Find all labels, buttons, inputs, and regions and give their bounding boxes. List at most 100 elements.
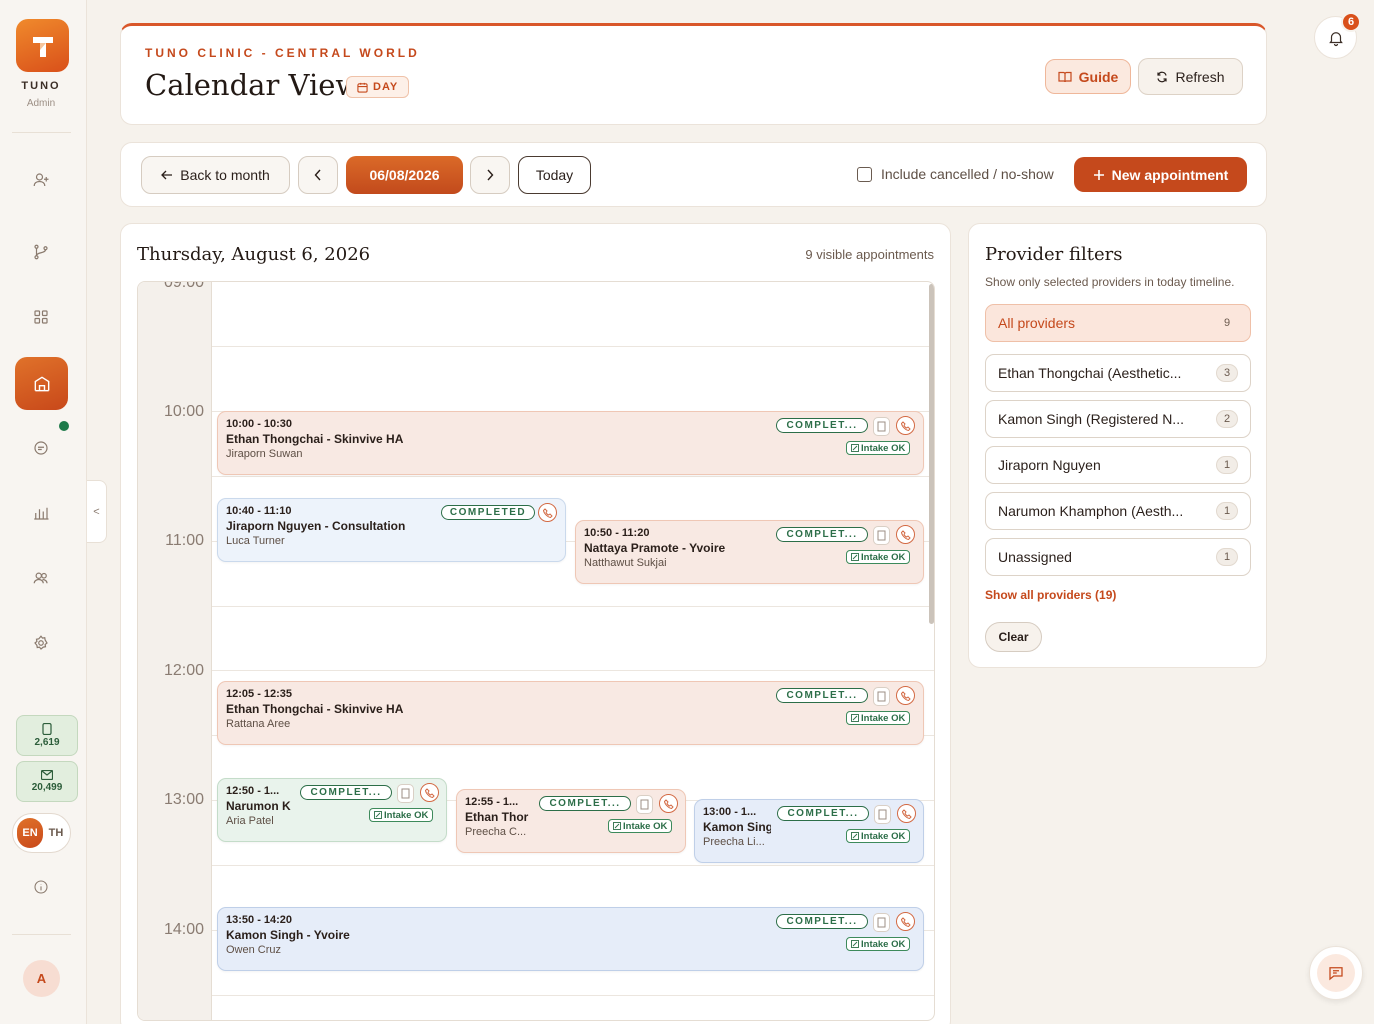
room-icon[interactable] [874,805,891,824]
phone-icon[interactable] [897,804,916,823]
timeline-scrollbar[interactable] [929,284,934,624]
clear-filters-button[interactable]: Clear [985,622,1042,652]
appointment-card[interactable]: 10:00 - 10:30 Ethan Thongchai - Skinvive… [217,411,924,475]
appointment-card[interactable]: 12:55 - 1... Ethan Thor Preecha C... COM… [456,789,686,853]
nav-add-user-icon[interactable] [29,168,53,192]
nav-branch-icon[interactable] [29,240,53,264]
show-all-providers-link[interactable]: Show all providers (19) [985,588,1116,602]
intake-label: Intake OK [861,830,906,842]
appointment-card[interactable]: 12:05 - 12:35 Ethan Thongchai - Skinvive… [217,681,924,745]
provider-name: Narumon Khamphon (Aesth... [998,503,1184,519]
guide-button[interactable]: Guide [1045,59,1131,94]
room-icon[interactable] [636,795,653,814]
lang-en-option[interactable]: EN [17,818,43,848]
intake-label: Intake OK [861,712,906,724]
provider-count: 1 [1216,502,1238,520]
sidebar-collapse-toggle[interactable]: < [87,480,107,543]
tuno-logo[interactable] [16,19,69,72]
previous-day-button[interactable] [298,156,338,194]
provider-filter-item[interactable]: Kamon Singh (Registered N... 2 [985,400,1251,438]
room-icon[interactable] [873,526,890,545]
phone-icon[interactable] [659,794,678,813]
day-calendar: Thursday, August 6, 2026 9 visible appoi… [120,223,951,1024]
provider-filter-item[interactable]: Ethan Thongchai (Aesthetic... 3 [985,354,1251,392]
new-appointment-label: New appointment [1111,166,1229,183]
provider-filter-item[interactable]: Unassigned 1 [985,538,1251,576]
email-credit-badge[interactable]: 20,499 [16,761,78,802]
appointment-card[interactable]: 12:50 - 1... Narumon K Aria Patel COMPLE… [217,778,447,842]
nav-reports-icon[interactable] [29,501,53,525]
lang-th-option[interactable]: TH [43,827,69,839]
sms-count: 2,619 [34,737,60,748]
room-icon[interactable] [873,913,890,932]
book-icon [1058,71,1072,82]
day-timeline[interactable]: 09:00 10:00 11:00 12:00 13:00 14:00 10:0… [137,281,935,1021]
appointment-client: Aria Patel [226,815,274,827]
back-to-month-button[interactable]: Back to month [141,156,290,194]
provider-count: 1 [1216,548,1238,566]
email-count: 20,499 [31,782,63,793]
provider-filter-all[interactable]: All providers 9 [985,304,1251,342]
provider-filters-panel: Provider filters Show only selected prov… [968,223,1267,668]
appointment-card[interactable]: 10:50 - 11:20 Nattaya Pramote - Yvoire N… [575,520,924,584]
appointment-title: Nattaya Pramote - Yvoire [584,541,726,555]
info-icon[interactable] [29,875,53,899]
phone-icon[interactable] [896,912,915,931]
phone-icon[interactable] [896,525,915,544]
appointment-time: 13:00 - 1... [703,806,757,818]
appointment-client: Owen Cruz [226,944,282,956]
room-icon[interactable] [873,687,890,706]
nav-chat-icon[interactable] [29,436,53,460]
calendar-toolbar: Back to month 06/08/2026 Today Include c… [120,142,1267,207]
user-avatar[interactable]: A [23,960,60,997]
date-picker-button[interactable]: 06/08/2026 [346,156,463,194]
intake-status-badge: Intake OK [846,441,911,455]
appointment-time: 13:50 - 14:20 [226,914,293,926]
calendar-date-heading: Thursday, August 6, 2026 [137,244,371,265]
provider-filters-title: Provider filters [985,244,1123,265]
phone-icon[interactable] [896,686,915,705]
intake-status-badge: Intake OK [846,711,911,725]
phone-icon[interactable] [538,503,557,522]
appointment-card[interactable]: 13:00 - 1... Kamon Sing Preecha Li... CO… [694,799,924,863]
appointment-time: 12:50 - 1... [226,785,280,797]
back-label: Back to month [180,167,270,183]
calendar-icon [357,82,368,93]
room-icon[interactable] [397,784,414,803]
intake-status-badge: Intake OK [846,829,911,843]
nav-grid-icon[interactable] [29,305,53,329]
include-cancelled-checkbox[interactable] [857,166,872,182]
hour-label: 14:00 [163,921,204,938]
appointment-title: Narumon K [226,799,291,813]
provider-filter-item[interactable]: Jiraporn Nguyen 1 [985,446,1251,484]
edit-icon [851,444,859,452]
sidebar-divider [12,132,71,133]
appointment-card[interactable]: 10:40 - 11:10 Jiraporn Nguyen - Consulta… [217,498,566,562]
chat-bubble-icon [1329,967,1343,981]
intake-label: Intake OK [861,551,906,563]
include-cancelled-toggle[interactable]: Include cancelled / no-show [857,166,1054,182]
sms-credit-badge[interactable]: 2,619 [16,715,78,756]
status-badge: COMPLET... [776,527,868,542]
status-badge: COMPLET... [300,785,392,800]
refresh-button[interactable]: Refresh [1138,58,1243,95]
new-appointment-button[interactable]: New appointment [1074,157,1247,192]
provider-count: 1 [1216,456,1238,474]
nav-settings-icon[interactable] [29,631,53,655]
phone-icon[interactable] [896,416,915,435]
chat-support-button[interactable] [1309,946,1363,1000]
phone-icon[interactable] [420,783,439,802]
hour-label: 10:00 [163,403,204,420]
provider-filter-item[interactable]: Narumon Khamphon (Aesth... 1 [985,492,1251,530]
nav-team-icon[interactable] [29,566,53,590]
next-day-button[interactable] [470,156,510,194]
notification-count-badge: 6 [1341,12,1361,32]
hour-label: 12:00 [163,662,204,679]
room-icon[interactable] [873,417,890,436]
today-button[interactable]: Today [518,156,591,194]
language-switch[interactable]: EN TH [12,813,71,853]
appointment-card[interactable]: 13:50 - 14:20 Kamon Singh - Yvoire Owen … [217,907,924,971]
nav-clinic-icon[interactable] [15,357,68,410]
status-badge: COMPLET... [539,796,631,811]
chevron-left-icon [314,169,321,181]
